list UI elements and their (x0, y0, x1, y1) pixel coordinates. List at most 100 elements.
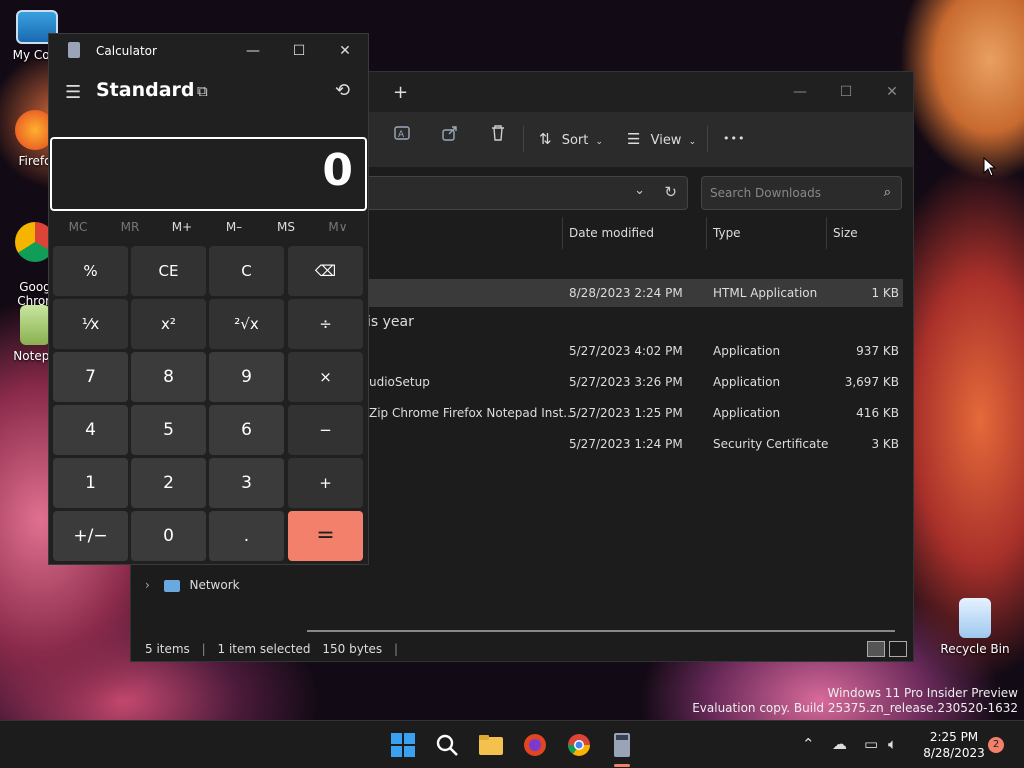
explorer-maximize-button[interactable]: ☐ (823, 78, 869, 106)
memory-store-button[interactable]: MS (261, 220, 311, 234)
rename-icon[interactable]: A (393, 124, 411, 154)
calculator-mode-title: Standard (96, 79, 195, 101)
explorer-close-button[interactable]: ✕ (869, 78, 915, 106)
square-button[interactable]: x² (131, 299, 206, 349)
column-header-type[interactable]: Type (706, 217, 826, 249)
more-options-button[interactable]: ••• (723, 124, 745, 154)
square-root-button[interactable]: ²√x (209, 299, 284, 349)
chevron-right-icon[interactable]: › (145, 578, 150, 592)
column-header-row: Date modified Type Size (301, 217, 907, 249)
file-date: 8/28/2023 2:24 PM (569, 286, 683, 300)
digit-4-button[interactable]: 4 (53, 405, 128, 455)
memory-add-button[interactable]: M+ (157, 220, 207, 234)
address-bar[interactable]: s ⌄ ↻ (331, 176, 688, 210)
refresh-icon[interactable]: ↻ (664, 183, 677, 201)
desktop-icon-label: Recycle Bin (940, 642, 1010, 656)
file-type: Application (713, 344, 781, 358)
onedrive-icon[interactable]: ☁ (832, 735, 847, 753)
file-size: 416 KB (856, 406, 899, 420)
digit-5-button[interactable]: 5 (131, 405, 206, 455)
chevron-down-icon[interactable]: ⌄ (634, 183, 645, 198)
details-view-button[interactable] (867, 641, 885, 657)
digit-7-button[interactable]: 7 (53, 352, 128, 402)
memory-row: MC MR M+ M– MS M∨ (53, 220, 365, 240)
column-header-date[interactable]: Date modified (562, 217, 706, 249)
horizontal-scrollbar[interactable] (307, 630, 895, 632)
memory-subtract-button[interactable]: M– (209, 220, 259, 234)
status-selected-size: 150 bytes (322, 642, 383, 656)
clear-button[interactable]: C (209, 246, 284, 296)
file-row[interactable]: Zip Chrome Firefox Notepad Inst... 5/27/… (301, 399, 903, 427)
calculator-display: 0 (50, 137, 367, 211)
mouse-cursor-icon (983, 157, 997, 177)
file-size: 3 KB (871, 437, 899, 451)
start-button-windows-icon[interactable] (389, 731, 417, 759)
chrome-taskbar-icon[interactable] (565, 731, 593, 759)
view-label: View (650, 133, 682, 148)
digit-9-button[interactable]: 9 (209, 352, 284, 402)
file-date: 5/27/2023 3:26 PM (569, 375, 683, 389)
file-explorer-taskbar-icon[interactable] (477, 731, 505, 759)
digit-1-button[interactable]: 1 (53, 458, 128, 508)
memory-recall-button[interactable]: MR (105, 220, 155, 234)
notification-badge[interactable]: 2 (988, 737, 1004, 753)
file-name: Zip Chrome Firefox Notepad Inst... (369, 406, 575, 420)
reciprocal-button[interactable]: ¹⁄x (53, 299, 128, 349)
watermark-line: Evaluation copy. Build 25375.zn_release.… (692, 701, 1018, 715)
equals-button[interactable]: = (288, 511, 363, 561)
file-row[interactable]: udioSetup 5/27/2023 3:26 PM Application … (301, 368, 903, 396)
view-button[interactable]: ☰ View ⌄ (627, 124, 696, 154)
keep-on-top-icon[interactable]: ⧉ (197, 82, 208, 100)
digit-3-button[interactable]: 3 (209, 458, 284, 508)
divide-button[interactable]: ÷ (288, 299, 363, 349)
decimal-button[interactable]: . (209, 511, 284, 561)
percent-button[interactable]: % (53, 246, 128, 296)
new-tab-button[interactable]: + (393, 82, 408, 103)
add-button[interactable]: + (288, 458, 363, 508)
delete-icon[interactable] (489, 124, 507, 154)
sort-button[interactable]: ⇅ Sort ⌄ (539, 124, 603, 154)
memory-list-button[interactable]: M∨ (313, 220, 363, 234)
file-date: 5/27/2023 4:02 PM (569, 344, 683, 358)
file-size: 937 KB (856, 344, 899, 358)
calculator-maximize-button[interactable]: ☐ (277, 38, 321, 64)
digit-8-button[interactable]: 8 (131, 352, 206, 402)
desktop-icon-recycle-bin[interactable]: Recycle Bin (940, 598, 1010, 656)
group-header[interactable]: is year (367, 314, 414, 330)
chevron-up-icon[interactable]: ⌃ (802, 735, 815, 753)
file-name: udioSetup (369, 375, 430, 389)
search-icon[interactable] (433, 731, 461, 759)
share-icon[interactable] (441, 124, 459, 154)
search-placeholder: Search Downloads (710, 186, 821, 200)
file-row[interactable]: 5/27/2023 1:24 PM Security Certificate 3… (301, 430, 903, 458)
digit-6-button[interactable]: 6 (209, 405, 284, 455)
column-header-size[interactable]: Size (826, 217, 906, 249)
notepad-icon (20, 305, 50, 345)
history-icon[interactable]: ⟲ (335, 80, 350, 101)
file-type: HTML Application (713, 286, 818, 300)
explorer-minimize-button[interactable]: — (777, 78, 823, 106)
digit-2-button[interactable]: 2 (131, 458, 206, 508)
search-input[interactable]: Search Downloads ⌕ (701, 176, 902, 210)
clear-entry-button[interactable]: CE (131, 246, 206, 296)
nav-item-label: Network (189, 578, 240, 592)
multiply-button[interactable]: × (288, 352, 363, 402)
negate-button[interactable]: +/− (53, 511, 128, 561)
firefox-taskbar-icon[interactable] (521, 731, 549, 759)
network-status-icon[interactable]: ▭ (864, 735, 878, 753)
file-row[interactable]: 8/28/2023 2:24 PM HTML Application 1 KB (301, 279, 903, 307)
backspace-button[interactable]: ⌫ (288, 246, 363, 296)
sort-icon: ⇅ (539, 130, 552, 148)
calculator-taskbar-icon[interactable] (608, 731, 636, 759)
digit-0-button[interactable]: 0 (131, 511, 206, 561)
system-clock[interactable]: 2:25 PM 8/28/2023 (912, 729, 996, 761)
subtract-button[interactable]: − (288, 405, 363, 455)
memory-clear-button[interactable]: MC (53, 220, 103, 234)
volume-icon[interactable]: 🔈︎ (888, 735, 897, 753)
calculator-minimize-button[interactable]: — (231, 38, 275, 64)
nav-item-network[interactable]: › Network (145, 578, 240, 592)
hamburger-menu-icon[interactable]: ☰ (65, 82, 81, 103)
calculator-close-button[interactable]: ✕ (323, 38, 367, 64)
tiles-view-button[interactable] (889, 641, 907, 657)
file-row[interactable]: 5/27/2023 4:02 PM Application 937 KB (301, 337, 903, 365)
